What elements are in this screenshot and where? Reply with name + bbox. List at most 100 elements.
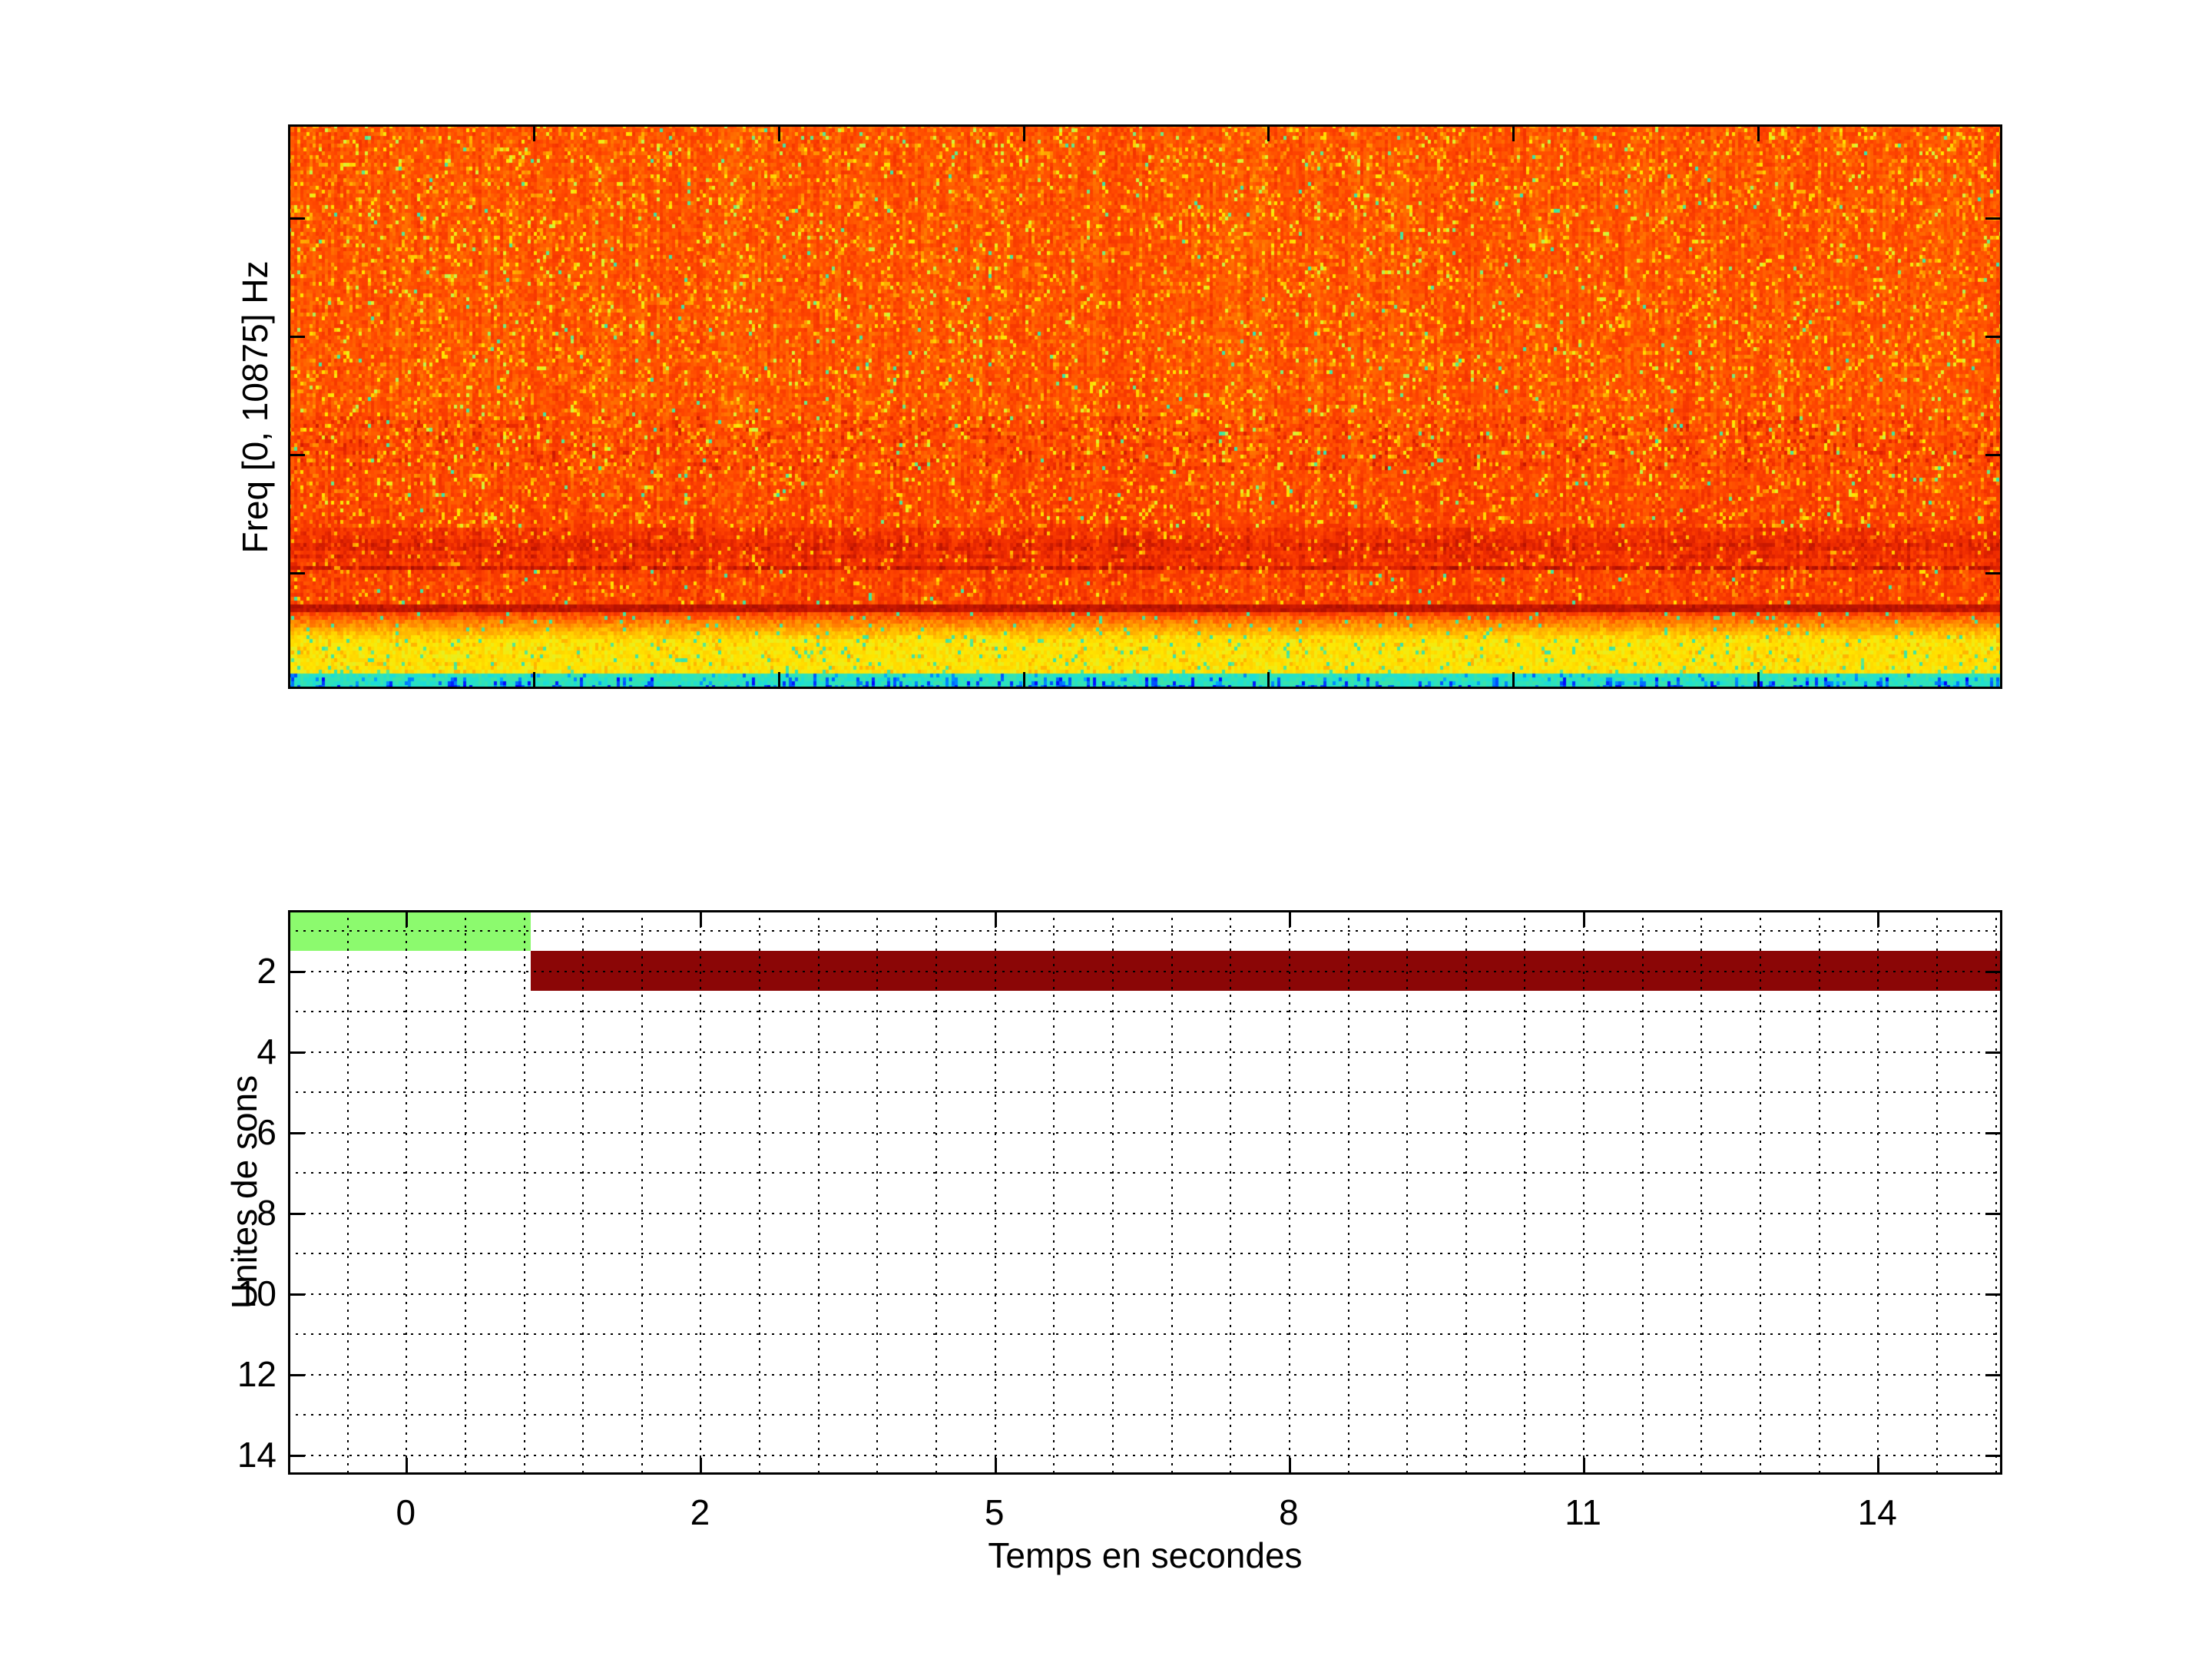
spectrogram-y-tick (1985, 572, 2002, 575)
figure: Freq [0, 10875] Hz Unites de sons Temps … (0, 0, 2212, 1659)
activity-y-tick (1985, 970, 2002, 973)
grid-line-y (288, 1051, 2002, 1053)
grid-line-y (288, 1333, 2002, 1336)
spectrogram-image (288, 124, 2002, 689)
grid-line-y (288, 1172, 2002, 1174)
activity-y-tick (288, 1373, 305, 1376)
y-tick-label: 4 (257, 1031, 276, 1071)
grid-line-x (1347, 910, 1349, 1475)
grid-line-x (759, 910, 761, 1475)
activity-axes-border (288, 910, 2002, 1475)
spectrogram-y-axis-label: Freq [0, 10875] Hz (235, 260, 275, 554)
activity-x-tick (1288, 910, 1291, 927)
grid-line-x (1406, 910, 1409, 1475)
grid-line-x (1641, 910, 1644, 1475)
grid-line-x (582, 910, 584, 1475)
y-tick-label: 12 (237, 1353, 276, 1394)
activity-x-tick (1877, 1458, 1880, 1475)
y-tick-label: 10 (237, 1273, 276, 1313)
activity-y-tick (1985, 1212, 2002, 1215)
spectrogram-y-tick (288, 217, 305, 220)
spectrogram-y-tick (288, 454, 305, 456)
spectrogram-x-tick (778, 124, 780, 141)
activity-y-tick (288, 970, 305, 973)
activity-y-tick (288, 1131, 305, 1134)
grid-line-x (464, 910, 466, 1475)
activity-y-tick (288, 1051, 305, 1054)
spectrogram-y-tick (288, 336, 305, 338)
spectrogram-x-tick (533, 672, 535, 689)
grid-line-y (288, 1212, 2002, 1214)
spectrogram-y-tick (1985, 454, 2002, 456)
spectrogram-x-tick (1267, 124, 1270, 141)
grid-line-y (288, 1414, 2002, 1416)
y-tick-label: 6 (257, 1111, 276, 1152)
y-tick-label: 14 (237, 1434, 276, 1475)
grid-line-x (1524, 910, 1526, 1475)
grid-line-y (288, 1011, 2002, 1013)
activity-x-tick (994, 910, 997, 927)
grid-line-x (935, 910, 938, 1475)
spectrogram-x-tick (1023, 124, 1025, 141)
activity-x-tick (700, 1458, 703, 1475)
y-tick-label: 8 (257, 1192, 276, 1233)
grid-line-x (1760, 910, 1761, 1475)
x-tick-label: 11 (1565, 1492, 1601, 1532)
grid-line-x (1936, 910, 1938, 1475)
grid-line-x (641, 910, 643, 1475)
activity-y-tick (1985, 1454, 2002, 1457)
grid-line-y (288, 930, 2002, 932)
grid-line-x (876, 910, 879, 1475)
grid-line-x (994, 910, 996, 1475)
grid-line-x (1700, 910, 1703, 1475)
grid-line-x (1877, 910, 1879, 1475)
activity-x-tick (1583, 910, 1586, 927)
activity-x-tick (1877, 910, 1880, 927)
activity-y-tick (288, 1212, 305, 1215)
spectrogram-y-tick (1985, 217, 2002, 220)
grid-line-x (406, 910, 408, 1475)
grid-line-x (817, 910, 820, 1475)
grid-line-x (346, 910, 349, 1475)
activity-x-tick (406, 910, 409, 927)
spectrogram-x-tick (778, 672, 780, 689)
x-tick-label: 5 (984, 1492, 1005, 1532)
x-tick-label: 8 (1279, 1492, 1299, 1532)
activity-y-tick (1985, 1293, 2002, 1296)
activity-x-tick (994, 1458, 997, 1475)
grid-line-x (1288, 910, 1290, 1475)
activity-y-tick (1985, 1051, 2002, 1054)
spectrogram-x-tick (1512, 124, 1515, 141)
activity-x-tick (1583, 1458, 1586, 1475)
spectrogram-x-tick (1757, 124, 1760, 141)
activity-y-tick (288, 1454, 305, 1457)
activity-y-tick (1985, 1373, 2002, 1376)
grid-line-y (288, 1091, 2002, 1094)
grid-line-x (523, 910, 525, 1475)
grid-line-y (288, 970, 2002, 972)
grid-line-x (1465, 910, 1467, 1475)
grid-line-x (1111, 910, 1114, 1475)
grid-line-x (1995, 910, 1997, 1475)
grid-line-x (1171, 910, 1173, 1475)
grid-line-x (1230, 910, 1232, 1475)
grid-line-y (288, 1454, 2002, 1456)
spectrogram-x-tick (1757, 672, 1760, 689)
spectrogram-axes (288, 124, 2002, 689)
grid-line-x (1818, 910, 1820, 1475)
grid-line-x (1053, 910, 1055, 1475)
spectrogram-x-tick (533, 124, 535, 141)
spectrogram-y-tick (288, 572, 305, 575)
activity-x-tick (1288, 1458, 1291, 1475)
x-tick-label: 2 (690, 1492, 710, 1532)
x-tick-label: 14 (1857, 1492, 1897, 1532)
grid-line-y (288, 1373, 2002, 1376)
x-tick-label: 0 (396, 1492, 416, 1532)
spectrogram-x-tick (1267, 672, 1270, 689)
activity-axes (288, 910, 2002, 1475)
activity-y-tick (288, 1293, 305, 1296)
grid-line-y (288, 1293, 2002, 1295)
grid-line-x (700, 910, 702, 1475)
grid-line-y (288, 1131, 2002, 1134)
spectrogram-x-tick (1512, 672, 1515, 689)
